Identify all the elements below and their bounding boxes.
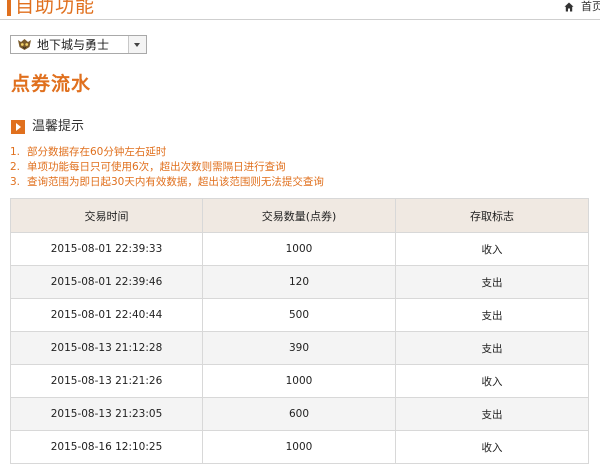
cell-time: 2015-08-01 22:39:46 [10,265,203,299]
cell-flag: 收入 [395,364,589,398]
cell-time: 2015-08-01 22:40:44 [10,298,203,332]
header: 自助功能 首页 [0,0,600,20]
tip-number: 3. [10,176,21,188]
table-row: 2015-08-01 22:40:44 500 支出 [10,298,589,332]
cell-amount: 120 [202,265,396,299]
home-icon[interactable] [564,2,574,12]
chevron-down-icon [134,43,140,47]
cell-amount: 500 [202,298,396,332]
transaction-table: 交易时间 交易数量(点券) 存取标志 2015-08-01 22:39:33 1… [10,198,589,464]
cell-amount: 390 [202,331,396,365]
tip-number: 1. [10,146,21,158]
column-header-flag: 存取标志 [395,198,589,233]
header-accent-bar [7,0,11,16]
cell-amount: 1000 [202,364,396,398]
cell-amount: 600 [202,397,396,431]
tip-item: 1. 部分数据存在60分钟左右延时 [10,145,166,159]
cell-flag: 收入 [395,232,589,266]
game-select[interactable]: 地下城与勇士 [10,35,147,54]
cell-amount: 1000 [202,430,396,464]
game-select-value: 地下城与勇士 [37,38,110,52]
table-row: 2015-08-13 21:12:28 390 支出 [10,331,589,365]
page: 自助功能 首页 地下城与勇士 点券流水 温馨提示 1. 部分数据存在60分钟左右延… [0,0,600,467]
select-dropdown-button[interactable] [128,36,146,53]
cell-flag: 收入 [395,430,589,464]
table-row: 2015-08-01 22:39:46 120 支出 [10,265,589,299]
tip-text: 部分数据存在60分钟左右延时 [27,146,167,158]
column-header-amount: 交易数量(点券) [202,198,396,233]
tip-item: 3. 查询范围为即日起30天内有效数据，超出该范围则无法提交查询 [10,175,324,189]
page-title: 点券流水 [11,73,92,95]
table-row: 2015-08-01 22:39:33 1000 收入 [10,232,589,266]
tip-text: 单项功能每日只可使用6次，超出次数则需隔日进行查询 [27,161,286,173]
cell-time: 2015-08-13 21:21:26 [10,364,203,398]
cell-time: 2015-08-13 21:12:28 [10,331,203,365]
table-header-row: 交易时间 交易数量(点券) 存取标志 [10,198,589,233]
play-icon [11,120,25,134]
cell-flag: 支出 [395,298,589,332]
cell-amount: 1000 [202,232,396,266]
game-logo-icon [18,39,31,50]
cell-flag: 支出 [395,397,589,431]
table-row: 2015-08-13 21:21:26 1000 收入 [10,364,589,398]
home-link[interactable]: 首页 [581,0,600,14]
table-row: 2015-08-13 21:23:05 600 支出 [10,397,589,431]
cell-time: 2015-08-01 22:39:33 [10,232,203,266]
tip-text: 查询范围为即日起30天内有效数据，超出该范围则无法提交查询 [27,176,324,188]
cell-flag: 支出 [395,265,589,299]
tips-title: 温馨提示 [32,119,85,134]
column-header-time: 交易时间 [10,198,203,233]
tip-number: 2. [10,161,21,173]
cell-flag: 支出 [395,331,589,365]
cell-time: 2015-08-16 12:10:25 [10,430,203,464]
cell-time: 2015-08-13 21:23:05 [10,397,203,431]
header-title: 自助功能 [15,0,96,17]
table-row: 2015-08-16 12:10:25 1000 收入 [10,430,589,464]
tip-item: 2. 单项功能每日只可使用6次，超出次数则需隔日进行查询 [10,160,286,174]
header-divider [0,19,600,20]
